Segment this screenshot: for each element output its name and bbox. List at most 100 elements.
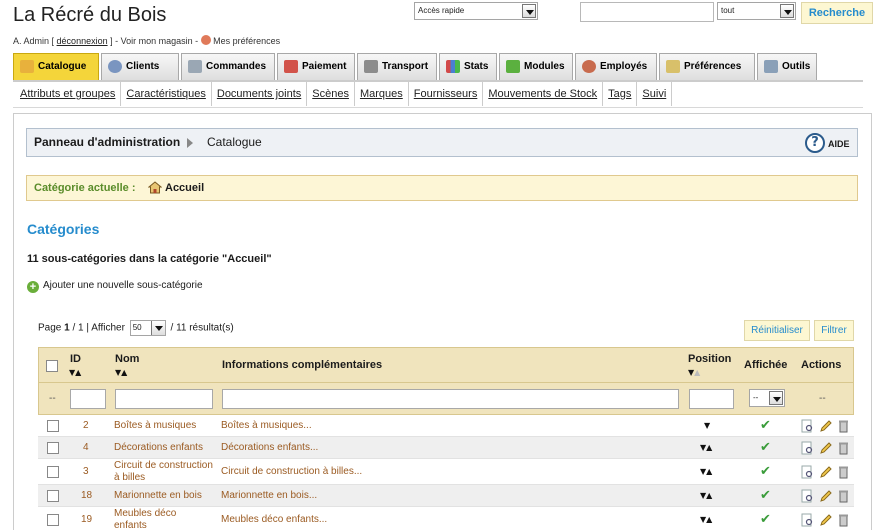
current-category-bar: Catégorie actuelle : Accueil xyxy=(26,175,858,201)
row-info[interactable]: Meubles déco enfants... xyxy=(221,514,327,526)
edit-icon[interactable] xyxy=(819,465,832,479)
delete-icon[interactable] xyxy=(837,419,850,433)
tab-preferences[interactable]: Préférences xyxy=(659,53,755,80)
position-arrows-icon[interactable]: ▼▲ xyxy=(700,515,712,524)
edit-icon[interactable] xyxy=(819,513,832,527)
edit-icon[interactable] xyxy=(819,489,832,503)
delete-icon[interactable] xyxy=(837,465,850,479)
tab-employes[interactable]: Employés xyxy=(575,53,657,80)
tab-outils[interactable]: Outils xyxy=(757,53,817,80)
position-arrows-icon[interactable]: ▼▲ xyxy=(700,491,712,500)
breadcrumb-separator-icon xyxy=(187,138,193,148)
row-id: 2 xyxy=(83,420,89,431)
per-page-select[interactable]: 50 xyxy=(129,320,166,336)
check-icon[interactable]: ✔ xyxy=(760,488,771,503)
search-input[interactable] xyxy=(580,2,714,22)
help-link[interactable]: AIDE xyxy=(828,139,850,149)
filter-button[interactable]: Filtrer xyxy=(814,320,854,341)
table-row[interactable]: 2 Boîtes à musiques Boîtes à musiques...… xyxy=(38,415,854,437)
preferences-icon xyxy=(666,60,680,73)
delete-icon[interactable] xyxy=(837,489,850,503)
payment-icon xyxy=(284,60,298,73)
row-checkbox[interactable] xyxy=(47,490,59,502)
filter-displayed-select[interactable]: -- xyxy=(749,389,785,407)
sort-id-icon[interactable]: ▼▲ xyxy=(69,368,81,377)
row-checkbox[interactable] xyxy=(47,442,59,454)
quick-access-select[interactable]: Accès rapide xyxy=(414,2,538,20)
subnav-tracking[interactable]: Suivi xyxy=(637,82,673,106)
current-category-value[interactable]: Accueil xyxy=(165,182,204,194)
sort-name-icon[interactable]: ▼▲ xyxy=(115,368,127,377)
row-name[interactable]: Circuit de construction à billes xyxy=(114,460,214,484)
position-arrows-icon[interactable]: ▼▲ xyxy=(700,467,712,476)
tab-transport[interactable]: Transport xyxy=(357,53,437,80)
row-info[interactable]: Circuit de construction à billes... xyxy=(221,466,362,478)
user-name: A. Admin xyxy=(13,36,50,46)
breadcrumb-home[interactable]: Panneau d'administration xyxy=(34,135,180,149)
row-checkbox[interactable] xyxy=(47,466,59,478)
row-checkbox[interactable] xyxy=(47,514,59,526)
puzzle-icon xyxy=(506,60,520,73)
position-arrows-icon[interactable]: ▼▲ xyxy=(700,443,712,452)
tab-stats[interactable]: Stats xyxy=(439,53,497,80)
table-row[interactable]: 3 Circuit de construction à billes Circu… xyxy=(38,459,854,485)
subnav-scenes[interactable]: Scènes xyxy=(307,82,355,106)
delete-icon[interactable] xyxy=(837,441,850,455)
subnav-tags[interactable]: Tags xyxy=(603,82,638,106)
tab-commandes[interactable]: Commandes xyxy=(181,53,275,80)
row-info[interactable]: Décorations enfants... xyxy=(221,442,318,454)
row-name[interactable]: Marionnette en bois xyxy=(114,490,202,502)
add-subcategory-link[interactable]: + Ajouter une nouvelle sous-catégorie xyxy=(27,280,203,293)
table-row[interactable]: 19 Meubles déco enfants Meubles déco enf… xyxy=(38,507,854,530)
tab-label: Préférences xyxy=(684,61,742,72)
tab-paiement[interactable]: Paiement xyxy=(277,53,355,80)
edit-icon[interactable] xyxy=(819,419,832,433)
delete-icon[interactable] xyxy=(837,513,850,527)
logout-link[interactable]: déconnexion xyxy=(57,36,108,46)
row-name[interactable]: Meubles déco enfants xyxy=(114,508,204,530)
subnav-features[interactable]: Caractéristiques xyxy=(121,82,212,106)
edit-icon[interactable] xyxy=(819,441,832,455)
view-icon[interactable] xyxy=(801,489,814,503)
reset-button[interactable]: Réinitialiser xyxy=(744,320,810,341)
check-icon[interactable]: ✔ xyxy=(760,418,771,433)
row-checkbox[interactable] xyxy=(47,420,59,432)
search-scope-select[interactable]: tout xyxy=(717,2,796,20)
add-icon: + xyxy=(27,281,39,293)
subnav-attributes[interactable]: Attributs et groupes xyxy=(13,82,122,106)
subnav-stock-movements[interactable]: Mouvements de Stock xyxy=(483,82,604,106)
check-icon[interactable]: ✔ xyxy=(760,440,771,455)
tab-catalogue[interactable]: Catalogue xyxy=(13,53,99,80)
subnav-brands[interactable]: Marques xyxy=(355,82,409,106)
help-icon[interactable]: ? xyxy=(805,133,825,153)
subnav-attachments[interactable]: Documents joints xyxy=(212,82,308,106)
row-name[interactable]: Boîtes à musiques xyxy=(114,420,196,432)
check-icon[interactable]: ✔ xyxy=(760,464,771,479)
my-preferences-link[interactable]: Mes préférences xyxy=(213,36,280,46)
filter-info-input[interactable] xyxy=(222,389,679,409)
view-icon[interactable] xyxy=(801,441,814,455)
row-info[interactable]: Boîtes à musiques... xyxy=(221,420,312,432)
filter-name-input[interactable] xyxy=(115,389,213,409)
filter-position-input[interactable] xyxy=(689,389,734,409)
table-row[interactable]: 4 Décorations enfants Décorations enfant… xyxy=(38,437,854,459)
search-button[interactable]: Recherche xyxy=(801,2,873,24)
view-icon[interactable] xyxy=(801,465,814,479)
tab-modules[interactable]: Modules xyxy=(499,53,573,80)
sort-position-icon[interactable]: ▼▲ xyxy=(688,368,700,377)
row-name[interactable]: Décorations enfants xyxy=(114,442,203,454)
row-info[interactable]: Marionnette en bois... xyxy=(221,490,317,502)
tab-clients[interactable]: Clients xyxy=(101,53,179,80)
table-row[interactable]: 18 Marionnette en bois Marionnette en bo… xyxy=(38,485,854,507)
subnav-suppliers[interactable]: Fournisseurs xyxy=(409,82,484,106)
select-all-checkbox[interactable] xyxy=(46,360,58,372)
view-icon[interactable] xyxy=(801,513,814,527)
pagination: Page 1 / 1 | Afficher 50 / 11 résultat(s… xyxy=(38,320,234,336)
view-shop-link[interactable]: Voir mon magasin xyxy=(121,36,193,46)
tab-label: Paiement xyxy=(302,61,347,72)
view-icon[interactable] xyxy=(801,419,814,433)
position-arrows-icon[interactable]: ▼ xyxy=(704,421,710,430)
check-icon[interactable]: ✔ xyxy=(760,512,771,527)
wrench-icon xyxy=(764,60,778,73)
filter-id-input[interactable] xyxy=(70,389,106,409)
